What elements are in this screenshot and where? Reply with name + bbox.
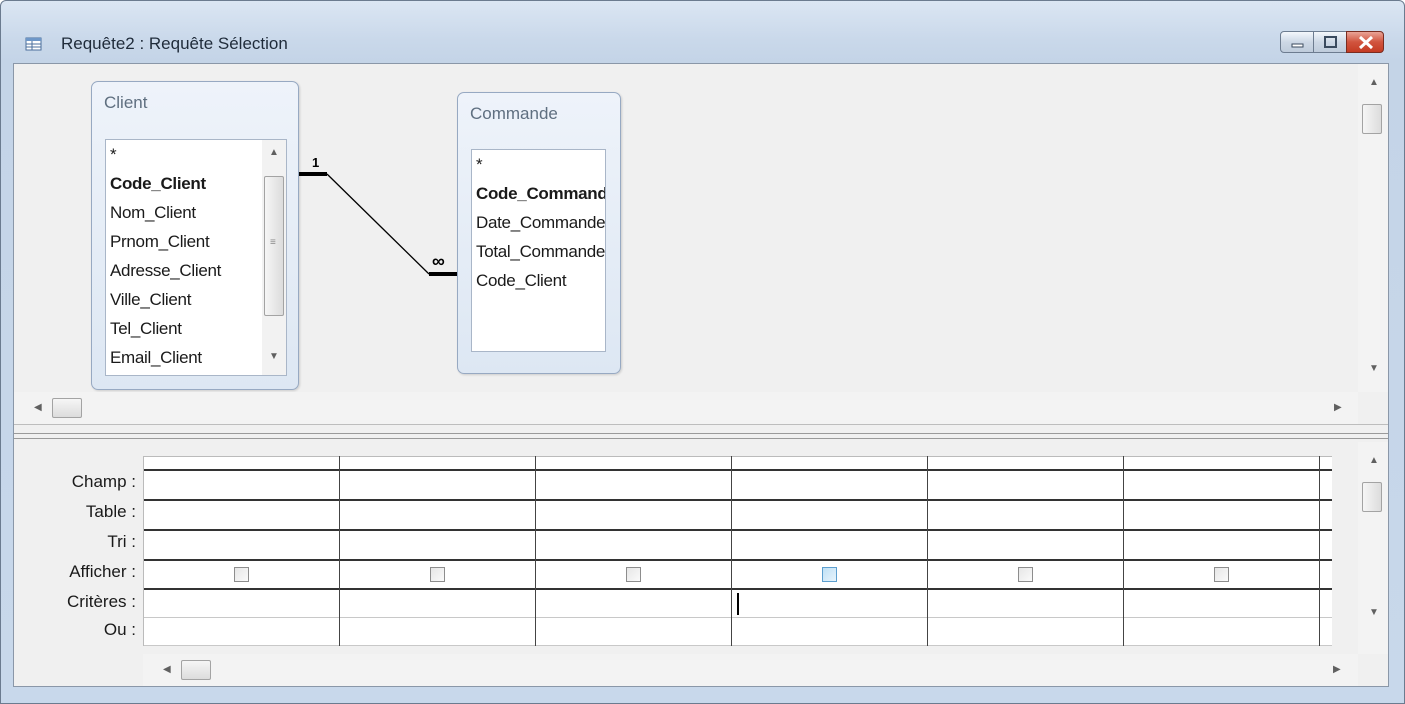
scroll-right-icon[interactable]: ▶ (1334, 403, 1342, 413)
maximize-button[interactable] (1313, 31, 1347, 53)
row-label-tri: Tri : (107, 532, 136, 551)
window-title: Requête2 : Requête Sélection (61, 34, 288, 53)
query-grid[interactable] (143, 456, 1332, 646)
field-item[interactable]: Email_Client (106, 343, 286, 372)
field-item[interactable]: Code_Client (472, 266, 605, 295)
table-client[interactable]: Client * Code_Client Nom_Client Prnom_Cl… (91, 81, 299, 390)
query-design-area: Client * Code_Client Nom_Client Prnom_Cl… (13, 63, 1389, 687)
grid-column[interactable] (732, 456, 928, 646)
grid-column[interactable] (1124, 456, 1320, 646)
field-item[interactable]: Total_Commande (472, 237, 605, 266)
field-item-key[interactable]: Code_Client (106, 169, 286, 198)
table-pane[interactable]: Client * Code_Client Nom_Client Prnom_Cl… (14, 64, 1388, 424)
scroll-thumb[interactable] (52, 398, 82, 418)
close-icon (1358, 35, 1374, 50)
table-client-scrollbar[interactable]: ▲ ≡ ▼ (262, 140, 286, 375)
row-label-champ: Champ : (71, 472, 136, 491)
minimize-button[interactable] (1280, 31, 1314, 53)
grid-column[interactable] (536, 456, 732, 646)
scroll-down-icon[interactable]: ▼ (269, 352, 279, 362)
scroll-down-icon[interactable]: ▼ (1369, 364, 1379, 374)
field-item[interactable]: Tel_Client (106, 314, 286, 343)
table-client-fields[interactable]: * Code_Client Nom_Client Prnom_Client Ad… (105, 139, 287, 376)
grid-column[interactable] (340, 456, 536, 646)
scroll-thumb[interactable] (1362, 482, 1382, 512)
show-checkbox[interactable] (234, 567, 249, 582)
table-commande[interactable]: Commande * Code_Commande Date_Commande T… (457, 92, 621, 374)
table-commande-title: Commande (470, 104, 558, 123)
grid-horizontal-scrollbar[interactable]: ◀ ▶ (143, 654, 1358, 686)
relation-many-label: ∞ (432, 251, 445, 271)
close-button[interactable] (1346, 31, 1384, 53)
row-label-ou: Ou : (103, 620, 136, 639)
row-labels: Champ : Table : Tri : Afficher : Critère… (14, 456, 136, 646)
text-cursor (737, 593, 739, 615)
grip-icon: ≡ (270, 237, 276, 248)
query-icon (25, 37, 42, 51)
show-checkbox-active[interactable] (822, 567, 837, 582)
show-checkbox[interactable] (430, 567, 445, 582)
title-bar[interactable]: Requête2 : Requête Sélection (1, 1, 1404, 63)
table-commande-fields[interactable]: * Code_Commande Date_Commande Total_Comm… (471, 149, 606, 352)
row-label-criteres: Critères : (67, 592, 136, 611)
row-label-table: Table : (85, 502, 136, 521)
field-item[interactable]: Nom_Client (106, 198, 286, 227)
table-pane-vertical-scrollbar[interactable]: ▲ ▼ (1358, 64, 1388, 392)
field-item[interactable]: * (472, 150, 605, 179)
table-client-title: Client (104, 93, 148, 112)
scroll-thumb[interactable] (181, 660, 211, 680)
scroll-right-icon[interactable]: ▶ (1333, 665, 1341, 675)
row-label-afficher: Afficher : (69, 562, 136, 581)
scroll-left-icon[interactable]: ◀ (163, 665, 171, 675)
show-checkbox[interactable] (626, 567, 641, 582)
grid-vertical-scrollbar[interactable]: ▲ ▼ (1358, 442, 1388, 654)
grid-column[interactable] (144, 456, 340, 646)
field-item[interactable]: Adresse_Client (106, 256, 286, 285)
table-pane-horizontal-scrollbar[interactable]: ◀ ▶ (14, 392, 1358, 424)
field-item[interactable]: Date_Commande (472, 208, 605, 237)
scroll-up-icon[interactable]: ▲ (269, 148, 279, 158)
query-grid-pane: Champ : Table : Tri : Afficher : Critère… (14, 442, 1388, 686)
scroll-down-icon[interactable]: ▼ (1369, 608, 1379, 618)
scroll-up-icon[interactable]: ▲ (1369, 456, 1379, 466)
relation-one-label: 1 (312, 155, 320, 170)
field-item[interactable]: Prnom_Client (106, 227, 286, 256)
scroll-thumb[interactable] (1362, 104, 1382, 134)
field-item[interactable]: * (106, 140, 286, 169)
field-item-key[interactable]: Code_Commande (472, 179, 605, 208)
caption-buttons (1280, 31, 1384, 53)
pane-splitter[interactable] (14, 424, 1388, 443)
field-item[interactable]: Ville_Client (106, 285, 286, 314)
show-checkbox[interactable] (1018, 567, 1033, 582)
minimize-icon (1291, 43, 1304, 48)
query-window: Requête2 : Requête Sélection Client * Co… (0, 0, 1405, 704)
show-checkbox[interactable] (1214, 567, 1229, 582)
maximize-icon (1324, 36, 1337, 48)
scroll-up-icon[interactable]: ▲ (1369, 78, 1379, 88)
grid-column[interactable] (928, 456, 1124, 646)
scroll-left-icon[interactable]: ◀ (34, 403, 42, 413)
